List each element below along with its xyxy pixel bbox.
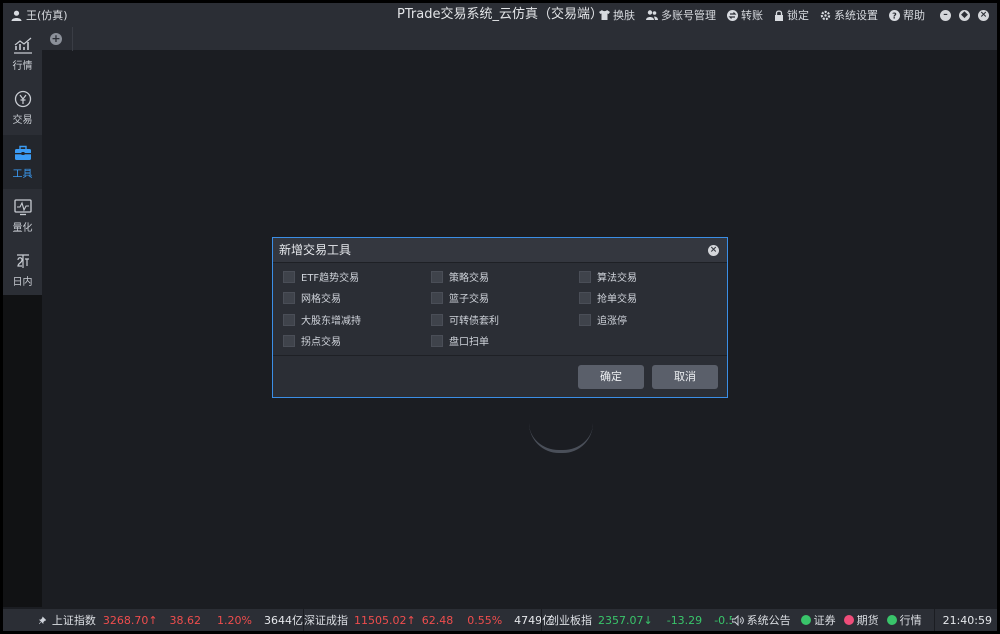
dialog-title: 新增交易工具 bbox=[279, 243, 352, 257]
user-icon bbox=[11, 10, 22, 21]
help-button[interactable]: ? 帮助 bbox=[889, 7, 925, 23]
index-change: 38.62 bbox=[169, 613, 202, 627]
tool-option-etf-trend[interactable]: ETF趋势交易 bbox=[283, 269, 359, 284]
status-dot-red bbox=[843, 615, 854, 625]
status-futures[interactable]: 期货 bbox=[843, 612, 879, 628]
status-dot-green bbox=[886, 615, 897, 625]
maximize-icon[interactable]: ◆ bbox=[959, 9, 970, 21]
skin-button[interactable]: 换肤 bbox=[599, 7, 635, 23]
checkbox[interactable] bbox=[431, 270, 443, 283]
yen-icon bbox=[14, 90, 31, 108]
tool-option-limit-up-chase[interactable]: 追涨停 bbox=[579, 312, 627, 327]
tool-option-grab-order[interactable]: 抢单交易 bbox=[579, 290, 637, 305]
tool-option-order-book-sweep[interactable]: 盘口扫单 bbox=[431, 333, 489, 348]
separator bbox=[933, 609, 935, 631]
dialog-close-icon[interactable]: × bbox=[708, 245, 719, 256]
checkbox[interactable] bbox=[283, 334, 295, 347]
checkbox[interactable] bbox=[579, 313, 591, 326]
status-bar: 上证指数 3268.70 ↑ 38.62 1.20% 3644亿 深证成指 115… bbox=[3, 609, 997, 631]
checkbox[interactable] bbox=[283, 313, 295, 326]
pin-icon[interactable] bbox=[39, 615, 46, 626]
index-name: 深证成指 bbox=[304, 614, 348, 627]
checkbox[interactable] bbox=[579, 270, 591, 283]
chart-icon bbox=[13, 37, 32, 54]
sidebar-empty-area bbox=[3, 295, 42, 607]
title-bar: 王(仿真) PTrade交易系统_云仿真（交易端） 换肤 多账号管理 转账 锁定 bbox=[3, 3, 997, 27]
users-icon bbox=[646, 10, 658, 20]
index-arrow: ↑ bbox=[148, 613, 158, 627]
sidebar-item-tools[interactable]: 工具 bbox=[3, 135, 42, 189]
confirm-button[interactable]: 确定 bbox=[578, 365, 644, 389]
index-volume: 3644亿 bbox=[264, 614, 303, 627]
tool-option-shareholder[interactable]: 大股东增减持 bbox=[283, 312, 361, 327]
tool-option-grid[interactable]: 网格交易 bbox=[283, 290, 341, 305]
index-percent: 0.55% bbox=[467, 613, 503, 627]
sidebar-item-quant[interactable]: 量化 bbox=[3, 189, 42, 243]
status-right: 系统公告 证券 期货 行情 21:40:59 bbox=[731, 609, 997, 631]
dialog-footer: 确定 取消 bbox=[273, 355, 727, 397]
add-tab-icon[interactable]: + bbox=[50, 33, 62, 45]
quant-icon bbox=[13, 199, 32, 216]
user-account[interactable]: 王(仿真) bbox=[11, 3, 68, 27]
title-actions: 换肤 多账号管理 转账 锁定 系统设置 ? 帮助 bbox=[599, 3, 925, 27]
lock-icon bbox=[775, 9, 783, 21]
multi-account-button[interactable]: 多账号管理 bbox=[646, 7, 716, 23]
shirt-icon bbox=[599, 10, 610, 20]
tab-strip: + bbox=[42, 27, 997, 51]
cancel-button[interactable]: 取消 bbox=[652, 365, 718, 389]
index-name: 上证指数 bbox=[51, 614, 96, 627]
checkbox[interactable] bbox=[579, 291, 591, 304]
window-controls: – ◆ × bbox=[940, 3, 989, 27]
index-arrow: ↓ bbox=[643, 613, 653, 627]
index-sse[interactable]: 上证指数 3268.70 ↑ 38.62 1.20% 3644亿 bbox=[3, 609, 303, 631]
index-change: -13.29 bbox=[666, 613, 703, 627]
status-market[interactable]: 行情 bbox=[886, 612, 922, 628]
status-securities[interactable]: 证券 bbox=[800, 612, 836, 628]
checkbox[interactable] bbox=[431, 313, 443, 326]
index-change: 62.48 bbox=[421, 613, 454, 627]
index-arrow: ↑ bbox=[406, 613, 416, 627]
transfer-icon bbox=[727, 9, 738, 21]
intraday-icon bbox=[16, 254, 29, 268]
checkbox[interactable] bbox=[283, 270, 295, 283]
close-icon[interactable]: × bbox=[978, 9, 989, 21]
sidebar-item-trade[interactable]: 交易 bbox=[3, 81, 42, 135]
index-price: 11505.02 bbox=[354, 613, 407, 627]
checkbox[interactable] bbox=[431, 334, 443, 347]
index-price: 2357.07 bbox=[598, 613, 644, 627]
tab-divider bbox=[72, 27, 73, 51]
index-szse[interactable]: 深证成指 11505.02 ↑ 62.48 0.55% 4749亿 bbox=[304, 609, 553, 631]
settings-button[interactable]: 系统设置 bbox=[820, 7, 878, 23]
add-tool-dialog: 新增交易工具 × ETF趋势交易 策略交易 算法交易 网格交易 篮子交易 抢单交… bbox=[272, 237, 728, 398]
sidebar-item-intraday[interactable]: 日内 bbox=[3, 243, 42, 297]
app-window: 王(仿真) PTrade交易系统_云仿真（交易端） 换肤 多账号管理 转账 锁定 bbox=[3, 3, 997, 631]
left-sidebar: 行情 交易 工具 量化 日内 bbox=[3, 27, 42, 295]
user-name: 王(仿真) bbox=[26, 9, 68, 22]
index-percent: 1.20% bbox=[217, 613, 252, 627]
announcement-link[interactable]: 系统公告 bbox=[747, 612, 791, 628]
tool-option-basket[interactable]: 篮子交易 bbox=[431, 290, 489, 305]
status-dot-green bbox=[800, 615, 811, 625]
dialog-header: 新增交易工具 × bbox=[273, 238, 727, 263]
checkbox[interactable] bbox=[431, 291, 443, 304]
background-spinner-arc bbox=[529, 423, 593, 453]
tool-option-convertible-arbitrage[interactable]: 可转债套利 bbox=[431, 312, 499, 327]
speaker-icon[interactable] bbox=[731, 614, 744, 626]
minimize-icon[interactable]: – bbox=[940, 9, 951, 21]
tool-option-strategy[interactable]: 策略交易 bbox=[431, 269, 489, 284]
gear-icon bbox=[820, 10, 831, 20]
sidebar-item-market[interactable]: 行情 bbox=[3, 27, 42, 81]
help-icon: ? bbox=[889, 9, 900, 21]
lock-button[interactable]: 锁定 bbox=[774, 7, 809, 23]
clock: 21:40:59 bbox=[942, 613, 992, 627]
index-price: 3268.70 bbox=[102, 613, 149, 627]
transfer-button[interactable]: 转账 bbox=[727, 7, 763, 23]
svg-text:?: ? bbox=[892, 11, 897, 20]
tool-option-inflection[interactable]: 拐点交易 bbox=[283, 333, 341, 348]
index-name: 创业板指 bbox=[548, 614, 592, 627]
tool-option-algorithm[interactable]: 算法交易 bbox=[579, 269, 637, 284]
checkbox[interactable] bbox=[283, 291, 295, 304]
toolbox-icon bbox=[14, 145, 31, 160]
